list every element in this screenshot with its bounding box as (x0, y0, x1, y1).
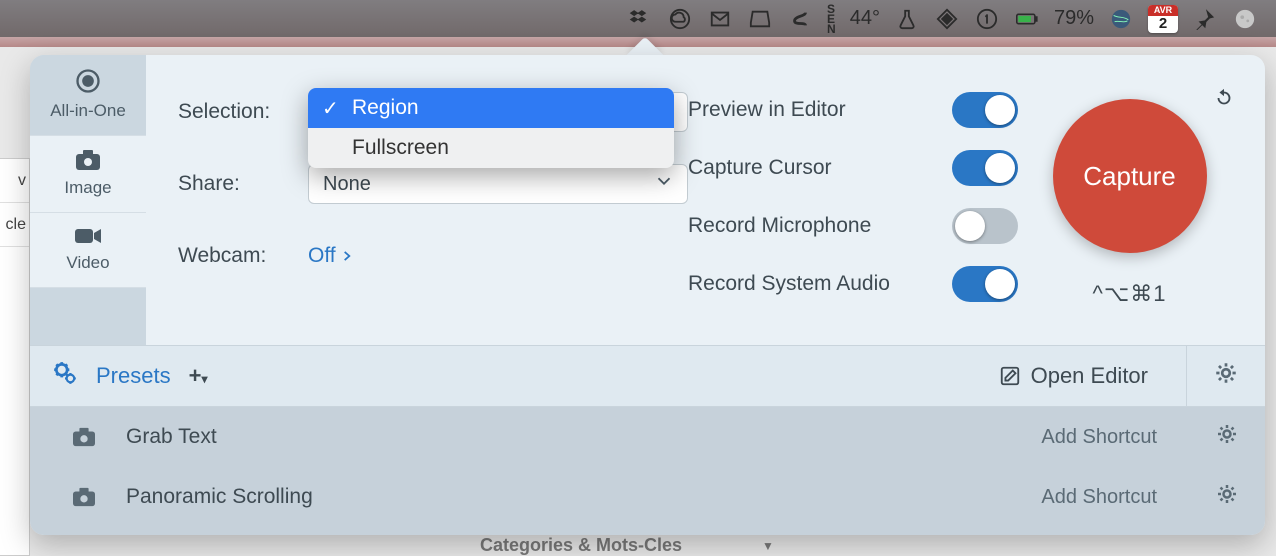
dropdown-item-fullscreen[interactable]: Fullscreen (308, 128, 674, 168)
presets-gear-icon[interactable] (52, 360, 78, 392)
tab-image-label: Image (64, 178, 111, 197)
record-system-audio-toggle[interactable] (952, 266, 1018, 302)
preview-in-editor-label: Preview in Editor (688, 98, 846, 122)
dropdown-item-region[interactable]: Region (308, 88, 674, 128)
preset-settings-icon[interactable] (1211, 482, 1243, 512)
preset-name: Grab Text (126, 425, 1013, 449)
onepassword-icon[interactable] (974, 6, 1000, 32)
preset-row[interactable]: Panoramic Scrolling Add Shortcut (30, 467, 1265, 527)
globe-icon[interactable] (1108, 6, 1134, 32)
diamond-icon[interactable] (934, 6, 960, 32)
add-shortcut-button[interactable]: Add Shortcut (1041, 426, 1157, 449)
share-label: Share: (178, 172, 308, 196)
calendar-month: AVR (1148, 5, 1178, 16)
tab-image[interactable]: Image (30, 135, 146, 213)
open-editor-label: Open Editor (1031, 363, 1148, 389)
selection-label: Selection: (178, 100, 308, 124)
record-microphone-toggle[interactable] (952, 208, 1018, 244)
camera-icon (70, 486, 98, 508)
pin-icon[interactable] (1192, 6, 1218, 32)
calendar-icon[interactable]: AVR 2 (1148, 5, 1178, 33)
chevron-down-icon (653, 170, 675, 198)
webcam-toggle-link[interactable]: Off (308, 244, 354, 268)
battery-percent: 79% (1054, 7, 1094, 30)
dropbox-icon[interactable] (627, 6, 653, 32)
tab-video-label: Video (66, 253, 109, 272)
flask-icon[interactable] (894, 6, 920, 32)
calendar-day: 2 (1148, 16, 1178, 31)
selection-dropdown-menu: Region Fullscreen (308, 88, 674, 168)
camera-icon (70, 426, 98, 448)
preset-list: Grab Text Add Shortcut Panoramic Scrolli… (30, 407, 1265, 535)
share-value: None (323, 173, 371, 196)
creative-cloud-icon[interactable] (667, 6, 693, 32)
capture-mode-tabs: All-in-One Image Video (30, 55, 146, 345)
capture-cursor-label: Capture Cursor (688, 156, 832, 180)
capture-cursor-toggle[interactable] (952, 150, 1018, 186)
preset-name: Panoramic Scrolling (126, 485, 1013, 509)
add-preset-button[interactable]: +▾ (189, 363, 208, 389)
tab-all-in-one-label: All-in-One (50, 101, 126, 120)
capture-button-label: Capture (1083, 161, 1176, 192)
background-page-text: Categories & Mots-Cles▼ (480, 535, 880, 556)
capture-button[interactable]: Capture (1053, 99, 1207, 253)
macos-menubar: SEN 44° 79% AVR 2 (0, 0, 1276, 37)
chevron-right-icon (340, 247, 354, 265)
webcam-label: Webcam: (178, 244, 308, 268)
dropdown-item-label: Region (352, 96, 419, 120)
bg-row-1: v (0, 159, 29, 203)
edit-icon (999, 365, 1021, 387)
lang-indicator[interactable]: SEN (827, 4, 836, 34)
capture-shortcut: ^⌥⌘1 (1093, 281, 1167, 307)
webcam-value: Off (308, 244, 336, 268)
presets-label[interactable]: Presets (96, 363, 171, 389)
battery-icon[interactable] (1014, 6, 1040, 32)
share-dropdown[interactable]: None (308, 164, 688, 204)
gmail-icon[interactable] (707, 6, 733, 32)
background-prefs-card: v cle (0, 158, 30, 556)
record-system-audio-label: Record System Audio (688, 272, 890, 296)
presets-bar: Presets +▾ Open Editor (30, 345, 1265, 407)
temperature-text[interactable]: 44° (850, 7, 880, 30)
open-editor-button[interactable]: Open Editor (999, 363, 1148, 389)
dropdown-item-label: Fullscreen (352, 136, 449, 160)
snagit-icon[interactable] (787, 6, 813, 32)
tab-all-in-one[interactable]: All-in-One (30, 55, 146, 135)
preview-in-editor-toggle[interactable] (952, 92, 1018, 128)
inbox-icon[interactable] (747, 6, 773, 32)
record-microphone-label: Record Microphone (688, 214, 871, 238)
bg-row-2: cle (0, 203, 29, 247)
preset-settings-icon[interactable] (1211, 422, 1243, 452)
add-shortcut-button[interactable]: Add Shortcut (1041, 486, 1157, 509)
preset-row[interactable]: Grab Text Add Shortcut (30, 407, 1265, 467)
tab-video[interactable]: Video (30, 213, 146, 288)
reset-icon[interactable] (1213, 87, 1235, 114)
moon-icon[interactable] (1232, 6, 1258, 32)
settings-gear-icon[interactable] (1209, 360, 1243, 392)
